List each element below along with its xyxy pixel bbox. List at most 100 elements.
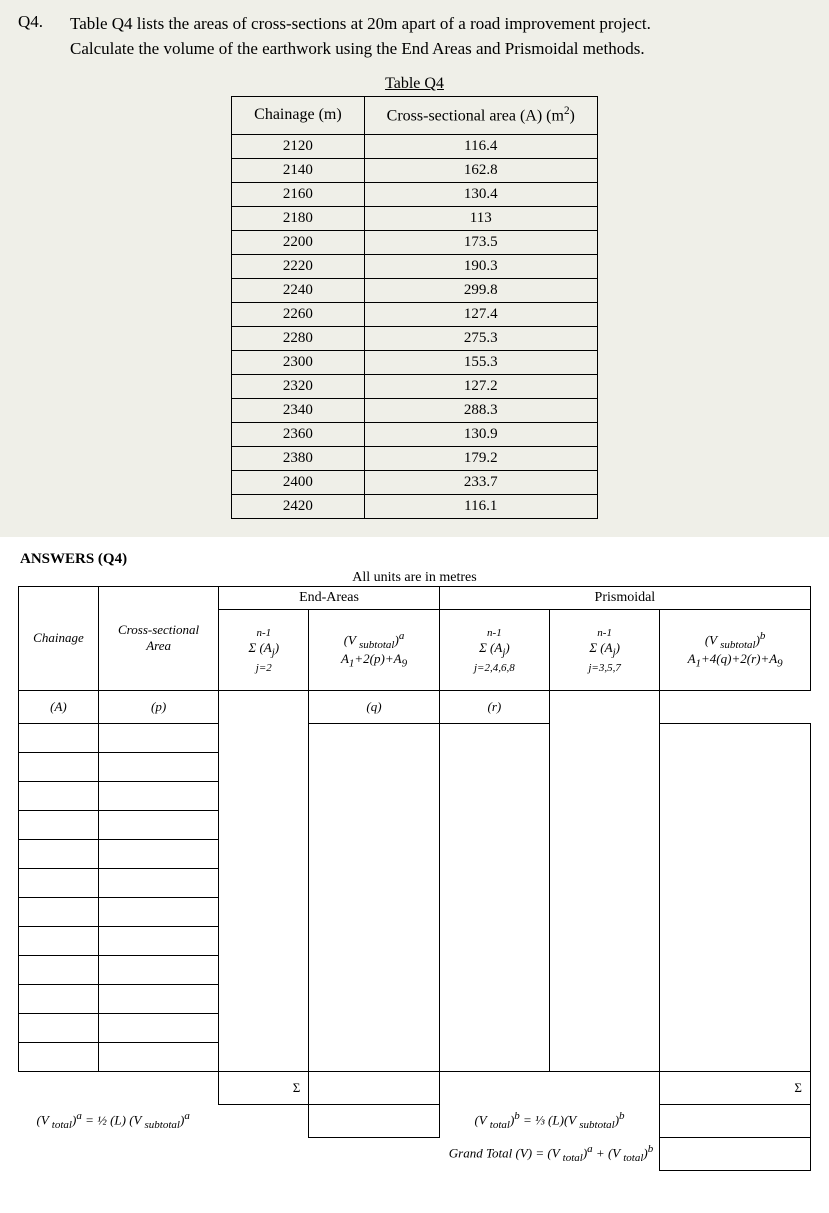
data-cell-chainage: 2380 bbox=[232, 446, 365, 470]
cell bbox=[19, 839, 99, 868]
hdr-vsub-a: (V subtotal)a A1+2(p)+A9 bbox=[309, 609, 439, 690]
cell bbox=[19, 955, 99, 984]
col2-prefix: Cross-sectional area (A) (m bbox=[387, 108, 564, 125]
data-cell-area: 116.4 bbox=[364, 134, 597, 158]
cell bbox=[98, 1013, 218, 1042]
cell bbox=[98, 810, 218, 839]
formula-vtotal-b: (V total)b = ⅓ (L)(V subtotal)b bbox=[439, 1104, 660, 1137]
cell bbox=[439, 1071, 660, 1104]
hdr-sum-r: n-1 Σ (Aj) j=3,5,7 bbox=[550, 609, 660, 690]
data-cell-chainage: 2140 bbox=[232, 158, 365, 182]
data-cell-chainage: 2260 bbox=[232, 302, 365, 326]
cell bbox=[19, 781, 99, 810]
cell bbox=[19, 868, 99, 897]
data-cell-chainage: 2180 bbox=[232, 206, 365, 230]
question-text: Table Q4 lists the areas of cross-sectio… bbox=[70, 12, 811, 61]
data-cell-area: 299.8 bbox=[364, 278, 597, 302]
data-cell-area: 116.1 bbox=[364, 494, 597, 518]
cell bbox=[98, 1042, 218, 1071]
cell bbox=[98, 752, 218, 781]
data-cell-chainage: 2360 bbox=[232, 422, 365, 446]
cell-vsub-a-body bbox=[219, 690, 309, 1071]
data-cell-chainage: 2300 bbox=[232, 350, 365, 374]
cell bbox=[98, 897, 218, 926]
data-cell-chainage: 2320 bbox=[232, 374, 365, 398]
hdr-end-areas: End-Areas bbox=[219, 586, 439, 609]
cell bbox=[98, 955, 218, 984]
data-cell-area: 173.5 bbox=[364, 230, 597, 254]
col2-suffix: ) bbox=[570, 108, 575, 125]
cell bbox=[19, 723, 99, 752]
question-line2: Calculate the volume of the earthwork us… bbox=[70, 39, 645, 58]
grand-total-result bbox=[660, 1137, 811, 1170]
data-cell-area: 130.4 bbox=[364, 182, 597, 206]
sigma-p-val bbox=[309, 1071, 439, 1104]
question-number: Q4. bbox=[18, 12, 70, 61]
hdr-sum-q: n-1 Σ (Aj) j=2,4,6,8 bbox=[439, 609, 549, 690]
data-cell-area: 162.8 bbox=[364, 158, 597, 182]
cell bbox=[98, 868, 218, 897]
hdr-prismoidal: Prismoidal bbox=[439, 586, 810, 609]
cell-vsub-b-body bbox=[550, 690, 660, 1071]
data-cell-chainage: 2340 bbox=[232, 398, 365, 422]
data-cell-area: 113 bbox=[364, 206, 597, 230]
data-col-area: Cross-sectional area (A) (m2) bbox=[364, 97, 597, 134]
cell-q-label: (q) bbox=[309, 690, 439, 723]
answers-block: ANSWERS (Q4) All units are in metres Cha… bbox=[0, 537, 829, 1189]
cell bbox=[98, 839, 218, 868]
cell bbox=[19, 984, 99, 1013]
cell-r-label: (r) bbox=[439, 690, 549, 723]
data-cell-chainage: 2240 bbox=[232, 278, 365, 302]
hdr-vsub-b: (V subtotal)b A1+4(q)+2(r)+A9 bbox=[660, 609, 811, 690]
data-cell-area: 190.3 bbox=[364, 254, 597, 278]
formula-a-result bbox=[309, 1104, 439, 1137]
cell bbox=[19, 1013, 99, 1042]
cell-a-label: (A) bbox=[19, 690, 99, 723]
data-cell-area: 288.3 bbox=[364, 398, 597, 422]
data-cell-chainage: 2400 bbox=[232, 470, 365, 494]
cell bbox=[98, 926, 218, 955]
units-note: All units are in metres bbox=[18, 570, 811, 586]
answers-table: Chainage Cross-sectional Area End-Areas … bbox=[18, 586, 811, 1171]
question-block: Q4. Table Q4 lists the areas of cross-se… bbox=[0, 0, 829, 537]
cell bbox=[19, 752, 99, 781]
formula-b-result bbox=[660, 1104, 811, 1137]
hdr-cross-area: Cross-sectional Area bbox=[98, 586, 218, 690]
cell bbox=[309, 723, 439, 1071]
cell bbox=[98, 984, 218, 1013]
data-cell-chainage: 2280 bbox=[232, 326, 365, 350]
data-cell-area: 233.7 bbox=[364, 470, 597, 494]
data-cell-chainage: 2200 bbox=[232, 230, 365, 254]
grand-total-label: Grand Total (V) = (V total)a + (V total)… bbox=[439, 1137, 660, 1170]
data-cell-chainage: 2160 bbox=[232, 182, 365, 206]
cell bbox=[660, 723, 811, 1071]
cell bbox=[19, 897, 99, 926]
data-table-caption: Table Q4 bbox=[385, 75, 444, 93]
data-cell-area: 179.2 bbox=[364, 446, 597, 470]
answers-title: ANSWERS (Q4) bbox=[20, 551, 811, 568]
sigma-p: Σ bbox=[219, 1071, 309, 1104]
data-cell-area: 155.3 bbox=[364, 350, 597, 374]
cell bbox=[98, 723, 218, 752]
cell bbox=[19, 926, 99, 955]
data-cell-chainage: 2420 bbox=[232, 494, 365, 518]
cell-p-label: (p) bbox=[98, 690, 218, 723]
cell bbox=[19, 810, 99, 839]
cell bbox=[19, 1042, 99, 1071]
data-cell-area: 127.2 bbox=[364, 374, 597, 398]
data-table-wrap: Table Q4 Chainage (m) Cross-sectional ar… bbox=[18, 75, 811, 518]
data-cell-area: 130.9 bbox=[364, 422, 597, 446]
question-line1: Table Q4 lists the areas of cross-sectio… bbox=[70, 14, 651, 33]
cell bbox=[19, 1071, 219, 1104]
sigma-b: Σ bbox=[660, 1071, 811, 1104]
cell bbox=[98, 781, 218, 810]
data-cell-chainage: 2120 bbox=[232, 134, 365, 158]
data-cell-area: 275.3 bbox=[364, 326, 597, 350]
formula-vtotal-a: (V total)a = ½ (L) (V subtotal)a bbox=[19, 1104, 309, 1137]
data-cell-area: 127.4 bbox=[364, 302, 597, 326]
cell bbox=[439, 723, 549, 1071]
data-table: Chainage (m) Cross-sectional area (A) (m… bbox=[231, 96, 598, 518]
data-cell-chainage: 2220 bbox=[232, 254, 365, 278]
hdr-chainage: Chainage bbox=[19, 586, 99, 690]
hdr-sum-p: n-1 Σ (Aj) j=2 bbox=[219, 609, 309, 690]
